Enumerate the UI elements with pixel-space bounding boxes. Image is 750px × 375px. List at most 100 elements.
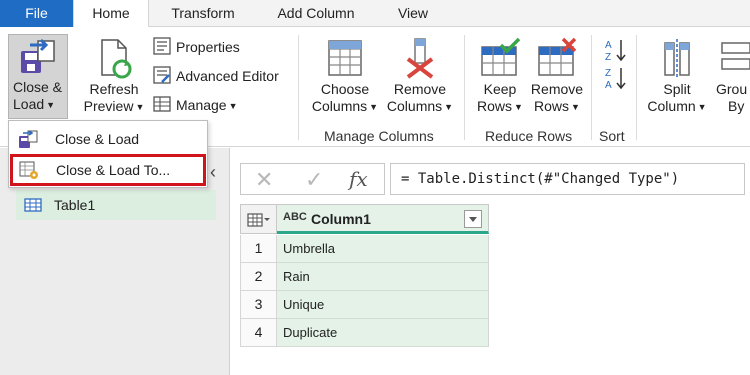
manage-icon (153, 96, 171, 112)
chevron-down-icon: ▼ (697, 102, 707, 112)
ribbon-separator (464, 35, 465, 140)
row-number[interactable]: 3 (240, 291, 277, 319)
split-column-icon (664, 39, 690, 77)
chevron-down-icon: ▼ (369, 102, 379, 112)
table-row: 3 Unique (240, 291, 489, 319)
collapse-pane-icon[interactable]: ‹ (210, 162, 216, 183)
properties-button[interactable]: Properties (152, 36, 240, 58)
close-load-to-icon (19, 161, 38, 179)
tab-add-column[interactable]: Add Column (260, 0, 372, 27)
close-load-dropdown: Close & Load Close & Load To... (8, 120, 208, 188)
chevron-down-icon: ▼ (135, 102, 145, 112)
row-number[interactable]: 4 (240, 319, 277, 347)
query-item-label: Table1 (54, 197, 96, 213)
text-type-icon[interactable]: ABC (283, 211, 307, 223)
chevron-down-icon: ▼ (444, 102, 454, 112)
filter-dropdown-icon[interactable] (464, 210, 482, 228)
split-column-label-1: Split (663, 81, 691, 97)
keep-rows-icon (481, 37, 521, 76)
menu-item-close-load-to-label: Close & Load To... (56, 162, 171, 178)
sort-ascending-button[interactable]: A Z (604, 37, 628, 63)
split-column-label-2: Column (647, 98, 696, 114)
svg-text:A: A (605, 80, 612, 91)
manage-button[interactable]: Manage ▼ (152, 94, 238, 116)
table-cell[interactable]: Rain (277, 263, 489, 291)
chevron-down-icon: ▼ (228, 101, 238, 111)
remove-columns-label-1: Remove (393, 81, 447, 97)
row-number[interactable]: 2 (240, 263, 277, 291)
svg-text:Z: Z (605, 52, 611, 63)
tab-home[interactable]: Home (73, 0, 149, 28)
column-header-label: Column1 (311, 211, 371, 227)
table-row: 1 Umbrella (240, 235, 489, 263)
sort-ascending-icon: A Z (605, 40, 626, 63)
refresh-icon (101, 39, 132, 79)
close-load-label-2: Load (13, 96, 45, 112)
keep-rows-button[interactable]: Keep Rows ▼ (472, 37, 528, 116)
split-column-button[interactable]: Split Column ▼ (644, 37, 710, 116)
choose-columns-label-2: Columns (311, 98, 368, 114)
chevron-down-icon: ▼ (46, 100, 56, 110)
tab-file[interactable]: File (0, 0, 73, 27)
sort-descending-button[interactable]: Z A (604, 65, 628, 91)
choose-columns-button[interactable]: Choose Columns ▼ (310, 37, 380, 116)
advanced-editor-icon (153, 66, 171, 84)
tab-view[interactable]: View (385, 0, 441, 27)
remove-rows-label-1: Remove (530, 81, 584, 97)
table-cell[interactable]: Umbrella (277, 235, 489, 263)
remove-rows-button[interactable]: Remove Rows ▼ (528, 37, 586, 116)
advanced-editor-button[interactable]: Advanced Editor (152, 65, 279, 87)
advanced-editor-label: Advanced Editor (176, 68, 279, 84)
group-by-label-2: By (728, 98, 745, 114)
tab-transform[interactable]: Transform (160, 0, 246, 27)
group-by-label-1: Grou (716, 81, 748, 97)
ribbon-separator (636, 35, 637, 140)
close-load-icon (21, 38, 55, 73)
remove-columns-button[interactable]: Remove Columns ▼ (384, 37, 456, 116)
table-menu-button[interactable] (240, 204, 277, 234)
menu-item-close-load-to[interactable]: Close & Load To... (10, 154, 206, 186)
menu-item-close-load[interactable]: Close & Load (9, 124, 207, 154)
row-number[interactable]: 1 (240, 235, 277, 263)
close-load-label-1: Close & (13, 79, 63, 95)
sort-group-label: Sort (599, 128, 625, 144)
choose-columns-label-1: Choose (320, 81, 370, 97)
menu-item-close-load-label: Close & Load (55, 131, 140, 147)
manage-label: Manage (176, 97, 227, 113)
ribbon-tab-bar: File Home Transform Add Column View (0, 0, 750, 28)
remove-rows-icon (538, 37, 577, 76)
ribbon-separator (591, 35, 592, 140)
table-icon (247, 213, 270, 227)
formula-controls: ✕ ✓ fx (240, 163, 385, 195)
refresh-preview-label-2: Preview (83, 98, 134, 114)
query-item-table1[interactable]: Table1 (16, 190, 216, 220)
refresh-preview-label-1: Refresh (89, 81, 139, 97)
group-by-icon (721, 42, 750, 70)
close-load-icon (19, 130, 38, 148)
sort-descending-icon: Z A (605, 68, 626, 91)
refresh-preview-button[interactable]: Refresh Preview ▼ (80, 37, 148, 116)
cancel-formula-icon[interactable]: ✕ (255, 167, 273, 193)
table-row: 2 Rain (240, 263, 489, 291)
formula-input[interactable]: = Table.Distinct(#"Changed Type") (390, 163, 745, 195)
choose-columns-icon (328, 40, 362, 76)
svg-text:Z: Z (605, 68, 611, 79)
remove-rows-label-2: Rows (534, 98, 570, 114)
group-by-button[interactable]: Grou By (712, 37, 750, 115)
commit-formula-icon[interactable]: ✓ (305, 167, 323, 193)
close-load-button[interactable]: Close & Load ▼ (8, 34, 68, 119)
chevron-down-icon: ▼ (514, 102, 523, 112)
column-header-column1[interactable]: ABC Column1 (277, 204, 489, 234)
manage-columns-group-label: Manage Columns (324, 128, 434, 144)
table-cell[interactable]: Duplicate (277, 319, 489, 347)
table-cell[interactable]: Unique (277, 291, 489, 319)
reduce-rows-group-label: Reduce Rows (485, 128, 573, 144)
table-row: 4 Duplicate (240, 319, 489, 347)
table-icon (24, 198, 42, 212)
keep-rows-label-1: Keep (483, 81, 517, 97)
keep-rows-label-2: Rows (477, 98, 513, 114)
remove-columns-icon (406, 38, 434, 79)
fx-icon[interactable]: fx (349, 167, 368, 191)
svg-text:A: A (605, 40, 612, 51)
properties-label: Properties (176, 39, 240, 55)
